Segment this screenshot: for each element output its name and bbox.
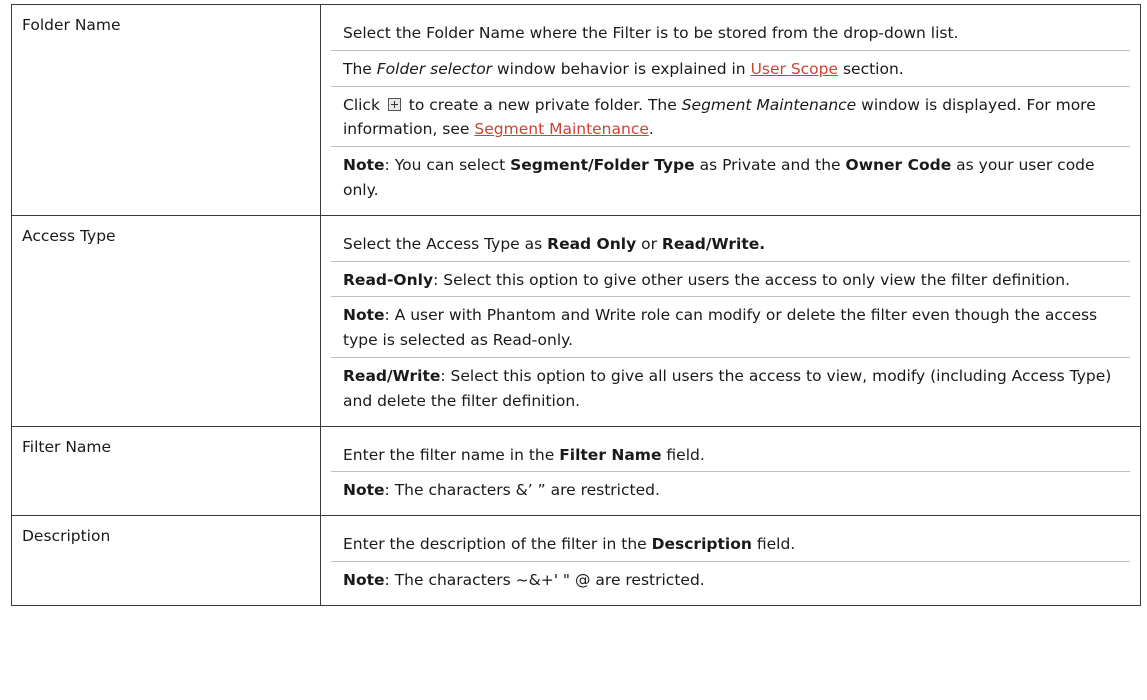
paragraph: Click to create a new private folder. Th… (331, 85, 1130, 147)
user-scope-link[interactable]: User Scope (751, 60, 838, 78)
segment-maintenance-link[interactable]: Segment Maintenance (474, 120, 649, 138)
note-paragraph: Note: The characters ~&+' " @ are restri… (331, 560, 1130, 597)
field-label: Folder Name (11, 4, 321, 216)
paragraph: Enter the filter name in the Filter Name… (343, 445, 705, 464)
field-description-table: Folder Name Select the Folder Name where… (11, 4, 1141, 606)
field-description: Select the Folder Name where the Filter … (320, 4, 1141, 216)
paragraph: Read-Only: Select this option to give ot… (331, 260, 1130, 297)
paragraph: Select the Folder Name where the Filter … (343, 24, 959, 42)
note-paragraph: Note: You can select Segment/Folder Type… (331, 146, 1130, 207)
note-paragraph: Note: A user with Phantom and Write role… (331, 296, 1130, 357)
field-description: Enter the description of the filter in t… (320, 515, 1141, 606)
paragraph: Select the Access Type as Read Only or R… (343, 234, 766, 253)
field-description: Enter the filter name in the Filter Name… (320, 425, 1141, 517)
table-row: Filter Name Enter the filter name in the… (11, 425, 1141, 517)
table-row: Description Enter the description of the… (11, 515, 1141, 606)
field-label: Description (11, 515, 321, 606)
paragraph: Read/Write: Select this option to give a… (331, 356, 1130, 418)
field-label: Access Type (11, 214, 321, 427)
field-description: Select the Access Type as Read Only or R… (320, 214, 1141, 427)
paragraph: Enter the description of the filter in t… (343, 535, 796, 554)
paragraph: The Folder selector window behavior is e… (331, 49, 1130, 86)
new-folder-icon (387, 97, 401, 111)
field-label: Filter Name (11, 425, 321, 517)
note-paragraph: Note: The characters &’ ” are restricted… (331, 471, 1130, 507)
table-row: Folder Name Select the Folder Name where… (11, 4, 1141, 216)
table-row: Access Type Select the Access Type as Re… (11, 214, 1141, 427)
